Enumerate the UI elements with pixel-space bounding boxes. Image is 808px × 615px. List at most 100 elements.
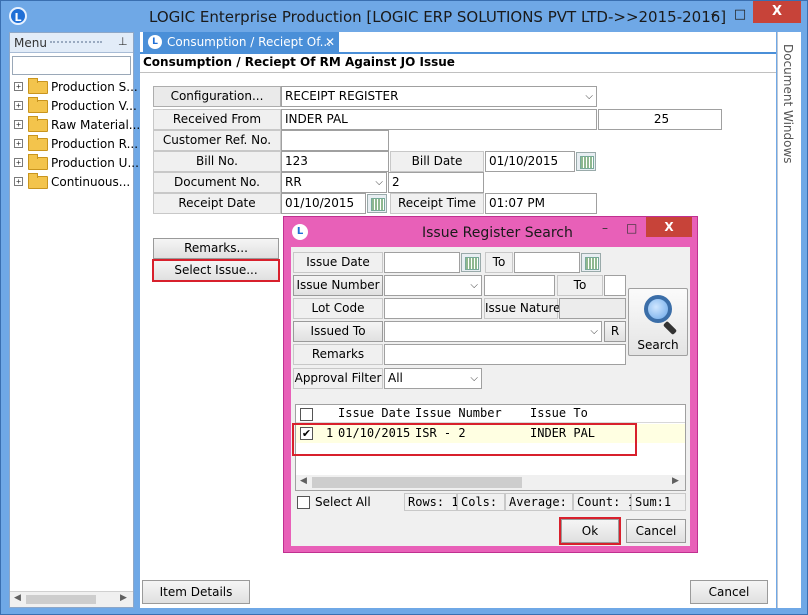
scroll-thumb[interactable] (26, 595, 96, 604)
issue-number-from-field[interactable] (484, 275, 555, 296)
dialog-cancel-button[interactable]: Cancel (626, 519, 686, 543)
receipt-date-label: Receipt Date (153, 193, 281, 214)
scroll-right-icon[interactable]: ▶ (120, 593, 127, 603)
tree-item-production-s[interactable]: + Production S... (10, 78, 138, 97)
menu-horizontal-scrollbar[interactable]: ◀ ▶ (10, 591, 133, 607)
select-all-label: Select All (315, 495, 371, 509)
issue-date-label: Issue Date (293, 252, 383, 273)
issue-date-to-label: To (485, 252, 513, 273)
remarks-button[interactable]: Remarks... (153, 238, 279, 259)
tab-underline (140, 52, 776, 54)
expand-icon[interactable]: + (14, 101, 23, 110)
document-windows-panel[interactable]: Document Windows (777, 32, 801, 608)
grid-horizontal-scrollbar[interactable]: ◀ ▶ (296, 475, 685, 490)
issue-number-to-field[interactable] (604, 275, 626, 296)
scroll-left-icon[interactable]: ◀ (14, 593, 21, 603)
issue-number-select[interactable]: ⌵ (384, 275, 482, 296)
configuration-button[interactable]: Configuration... (153, 86, 281, 107)
menu-tree: + Production S... + Production V... + Ra… (10, 78, 140, 192)
customer-ref-field[interactable] (281, 130, 389, 151)
header-select-checkbox[interactable] (300, 408, 313, 421)
folder-icon (28, 173, 48, 189)
close-button[interactable]: X (753, 1, 801, 23)
dialog-close-button[interactable]: X (646, 217, 692, 237)
calendar-icon[interactable] (461, 253, 481, 272)
approval-filter-label: Approval Filter (293, 368, 383, 389)
issued-to-button[interactable]: Issued To (293, 321, 383, 342)
tab-close-icon[interactable]: ✕ (325, 32, 335, 52)
tree-item-production-r[interactable]: + Production R... (10, 135, 138, 154)
scroll-left-icon[interactable]: ◀ (300, 476, 307, 486)
pin-icon[interactable]: ⊥ (118, 35, 128, 48)
scroll-right-icon[interactable]: ▶ (672, 476, 679, 486)
receipt-date-field[interactable]: 01/10/2015 (281, 193, 366, 214)
column-issue-to[interactable]: Issue To (530, 406, 588, 420)
calendar-icon[interactable] (576, 152, 596, 171)
column-issue-number[interactable]: Issue Number (415, 406, 502, 420)
issue-nature-select[interactable] (559, 298, 626, 319)
bill-no-field[interactable]: 123 (281, 151, 389, 172)
bill-date-label: Bill Date (390, 151, 484, 172)
lot-code-field[interactable] (384, 298, 482, 319)
tree-item-production-v[interactable]: + Production V... (10, 97, 137, 116)
tree-item-label: Production V... (51, 99, 137, 113)
issue-date-to-field[interactable] (514, 252, 580, 273)
main-window: L LOGIC Enterprise Production [LOGIC ERP… (0, 0, 808, 615)
tree-item-production-u[interactable]: + Production U... (10, 154, 139, 173)
received-from-field[interactable]: INDER PAL (281, 109, 597, 130)
receipt-time-field[interactable]: 01:07 PM (485, 193, 597, 214)
expand-icon[interactable]: + (14, 139, 23, 148)
document-series-value: RR (285, 175, 302, 189)
search-button[interactable]: Search (628, 288, 688, 356)
configuration-select[interactable]: RECEIPT REGISTER ⌵ (281, 86, 597, 107)
tree-item-label: Raw Material... (51, 118, 141, 132)
issued-to-extra-button[interactable]: R (604, 321, 626, 342)
expand-icon[interactable]: + (14, 158, 23, 167)
tree-item-continuous[interactable]: + Continuous... (10, 173, 133, 192)
chevron-down-icon[interactable]: ⌵ (590, 322, 598, 341)
minimize-button[interactable]: – (701, 5, 727, 25)
configuration-value: RECEIPT REGISTER (285, 89, 399, 103)
menu-search-input[interactable] (12, 56, 131, 75)
dialog-maximize-button[interactable]: □ (626, 221, 637, 235)
issue-date-from-field[interactable] (384, 252, 460, 273)
dialog-app-icon: L (292, 224, 308, 240)
select-all-checkbox[interactable] (297, 496, 310, 509)
tab-app-icon: L (148, 35, 162, 49)
bill-date-field[interactable]: 01/10/2015 (485, 151, 575, 172)
search-icon-handle (662, 320, 678, 336)
document-no-field[interactable]: 2 (388, 172, 484, 193)
expand-icon[interactable]: + (14, 120, 23, 129)
item-details-button[interactable]: Item Details (142, 580, 250, 604)
chevron-down-icon[interactable]: ⌵ (375, 173, 383, 192)
remarks-label: Remarks (293, 344, 383, 365)
calendar-icon[interactable] (367, 194, 387, 213)
tree-item-raw-material[interactable]: + Raw Material... (10, 116, 140, 135)
received-from-code-field[interactable]: 25 (598, 109, 722, 130)
folder-icon (28, 135, 48, 151)
document-series-select[interactable]: RR ⌵ (281, 172, 387, 193)
chevron-down-icon[interactable]: ⌵ (585, 87, 593, 106)
chevron-down-icon[interactable]: ⌵ (470, 276, 478, 295)
menu-label: Menu (14, 36, 47, 50)
remarks-field[interactable] (384, 344, 626, 365)
cancel-button[interactable]: Cancel (690, 580, 768, 604)
issued-to-select[interactable]: ⌵ (384, 321, 602, 342)
chevron-down-icon[interactable]: ⌵ (470, 369, 478, 388)
scroll-thumb[interactable] (312, 477, 522, 488)
search-icon (644, 295, 672, 323)
issue-number-button[interactable]: Issue Number (293, 275, 383, 296)
column-issue-date[interactable]: Issue Date (338, 406, 410, 420)
dialog-minimize-button[interactable]: – (602, 221, 608, 235)
calendar-icon[interactable] (581, 253, 601, 272)
drag-grip[interactable] (50, 41, 102, 45)
approval-filter-select[interactable]: All ⌵ (384, 368, 482, 389)
tree-item-label: Production S... (51, 80, 138, 94)
expand-icon[interactable]: + (14, 82, 23, 91)
maximize-button[interactable]: □ (727, 5, 753, 25)
highlight-selected-row (292, 423, 637, 456)
tab-consumption-receipt[interactable]: L Consumption / Reciept Of... ✕ (143, 32, 339, 52)
window-title: LOGIC Enterprise Production [LOGIC ERP S… (149, 8, 727, 26)
status-cols: Cols: 5 (457, 493, 512, 511)
expand-icon[interactable]: + (14, 177, 23, 186)
